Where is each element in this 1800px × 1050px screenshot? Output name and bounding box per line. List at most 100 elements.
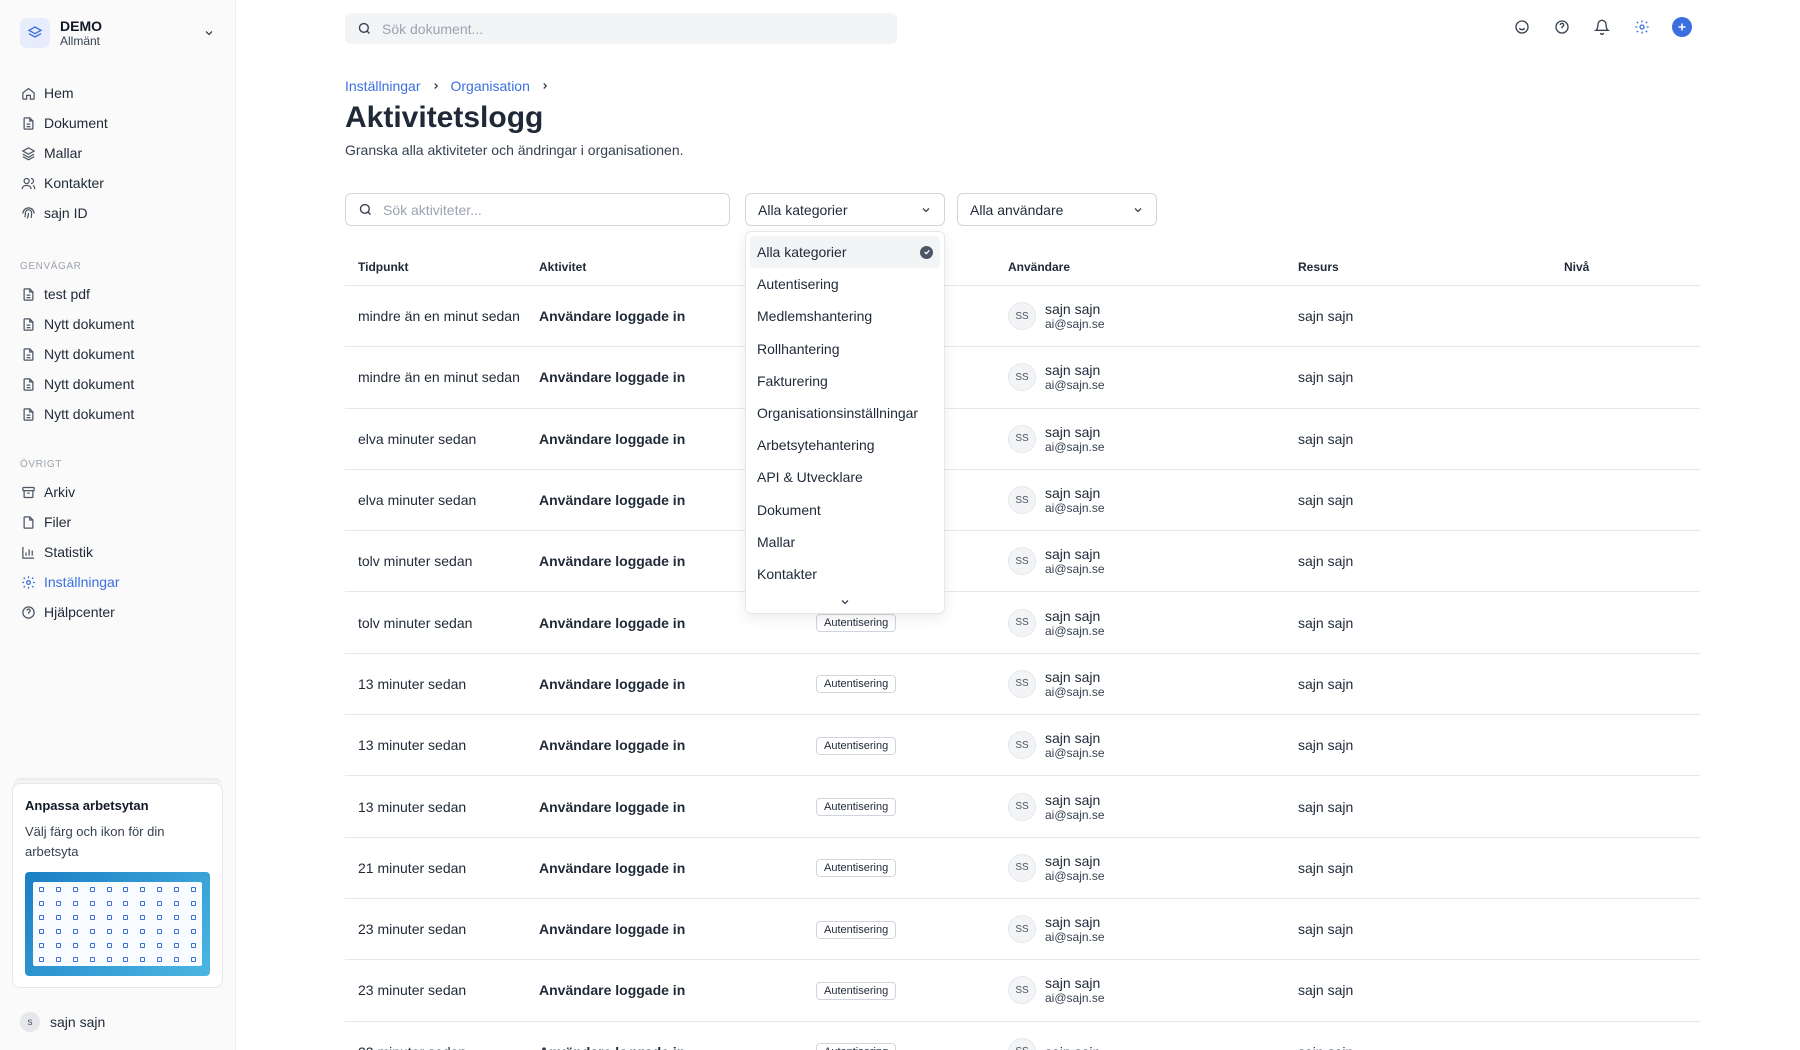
table-row[interactable]: 13 minuter sedan Användare loggade in Aute…	[345, 776, 1700, 838]
category-option[interactable]: Alla kategorier	[750, 236, 940, 269]
category-option[interactable]: Rollhantering	[750, 333, 940, 365]
category-option[interactable]: Medlemshantering	[750, 300, 940, 332]
shortcut-item[interactable]: Nytt dokument	[20, 339, 220, 369]
current-user[interactable]: s sajn sajn	[20, 1012, 105, 1032]
other-nav: Arkiv Filer Statistik Inställningar Hjäl…	[20, 477, 220, 627]
archive-icon	[20, 484, 36, 500]
bell-icon[interactable]	[1592, 17, 1612, 37]
table-row[interactable]: mindre än en minut sedan Användare loggad…	[345, 347, 1700, 409]
table-row[interactable]: mindre än en minut sedan Användare loggad…	[345, 286, 1700, 348]
category-option-label: Arbetsytehantering	[757, 437, 875, 454]
column-header-time[interactable]: Tidpunkt	[345, 260, 526, 274]
sidebar-item-mallar[interactable]: Mallar	[20, 138, 220, 168]
shortcut-item[interactable]: Nytt dokument	[20, 399, 220, 429]
row-user-name: sajn sajn	[1045, 668, 1101, 685]
table-row[interactable]: 23 minuter sedanAnvändare loggade inAute…	[345, 960, 1700, 1022]
table-row[interactable]: 21 minuter sedan Användare loggade in Aute…	[345, 838, 1700, 899]
sidebar-item-hjalpcenter[interactable]: Hjälpcenter	[20, 597, 220, 627]
avatar: s	[20, 1012, 40, 1032]
document-icon	[20, 316, 36, 332]
row-activity: Användare loggade in	[539, 921, 686, 938]
avatar: SS	[1008, 915, 1036, 944]
category-option[interactable]: API & Utvecklare	[750, 461, 940, 493]
category-option[interactable]: Autentisering	[750, 268, 940, 300]
row-time: 13 minuter sedan	[358, 798, 467, 815]
sidebar-item-arkiv[interactable]: Arkiv	[20, 477, 220, 507]
help-icon[interactable]	[1552, 17, 1572, 37]
document-search-input[interactable]	[382, 20, 862, 37]
sidebar-item-installningar[interactable]: Inställningar	[20, 567, 220, 597]
customize-workspace-card[interactable]: Anpassa arbetsytan Välj färg och ikon fö…	[12, 783, 223, 988]
category-badge: Autentisering	[816, 981, 897, 1000]
search-icon	[357, 21, 372, 36]
row-user-email: ai@sajn.se	[1045, 807, 1105, 822]
row-time: 23 minuter sedan	[358, 982, 467, 999]
shortcut-item[interactable]: Nytt dokument	[20, 369, 220, 399]
table-row[interactable]: elva minuter sedanAnvändare loggade inAu…	[345, 470, 1700, 532]
avatar: SS	[1008, 608, 1036, 637]
breadcrumb-link-organisation[interactable]: Organisation	[451, 78, 530, 94]
sidebar-item-filer[interactable]: Filer	[20, 507, 220, 537]
row-activity: Användare loggade in	[539, 614, 686, 631]
table-row[interactable]: 23 minuter sedanAnvändare loggade inAute…	[345, 899, 1700, 961]
category-option[interactable]: Dokument	[750, 494, 940, 526]
category-option[interactable]: Mallar	[750, 526, 940, 558]
activity-search-input[interactable]	[383, 201, 713, 218]
breadcrumb: Inställningar Organisation	[345, 78, 560, 94]
avatar: SS	[1008, 424, 1036, 453]
sidebar-item-kontakter[interactable]: Kontakter	[20, 168, 220, 198]
current-user-name: sajn sajn	[50, 1014, 106, 1030]
category-badge: Autentisering	[816, 859, 897, 878]
row-user-email: ai@sajn.se	[1045, 868, 1105, 883]
row-time: 23 minuter sedan	[345, 1044, 526, 1050]
table-row[interactable]: elva minuter sedanAnvändare loggade inAu…	[345, 409, 1700, 470]
category-option-label: Kontakter	[757, 565, 817, 582]
chevron-down-icon[interactable]	[750, 592, 940, 612]
column-header-resource[interactable]: Resurs	[1298, 260, 1564, 274]
row-resource: sajn sajn	[1298, 492, 1354, 509]
smiley-icon[interactable]	[1512, 17, 1532, 37]
sidebar-item-label: Filer	[44, 514, 72, 530]
shortcut-item[interactable]: test pdf	[20, 279, 220, 309]
sidebar-item-dokument[interactable]: Dokument	[20, 108, 220, 138]
row-user-email: ai@sajn.se	[1045, 623, 1105, 638]
row-activity: Användare loggade in	[539, 798, 686, 815]
shortcut-item[interactable]: Nytt dokument	[20, 309, 220, 339]
category-select[interactable]: Alla kategorier	[745, 193, 945, 226]
document-search[interactable]	[345, 13, 897, 44]
workspace-switcher[interactable]: DEMO Allmänt	[20, 14, 218, 52]
category-option-label: Organisationsinställningar	[757, 405, 919, 422]
row-resource: sajn sajn	[1298, 614, 1354, 631]
column-header-user[interactable]: Användare	[1008, 260, 1298, 274]
table-row[interactable]: tolv minuter sedanAnvändare loggade inAu…	[345, 531, 1700, 593]
gear-icon[interactable]	[1632, 17, 1652, 37]
sidebar-item-sajn-id[interactable]: sajn ID	[20, 198, 220, 228]
shortcut-label: test pdf	[44, 286, 90, 302]
sidebar-item-hem[interactable]: Hem	[20, 78, 220, 108]
shortcut-label: Nytt dokument	[44, 316, 135, 332]
category-option[interactable]: Organisationsinställningar	[750, 397, 940, 429]
row-time: mindre än en minut sedan	[358, 369, 520, 386]
table-row[interactable]: 13 minuter sedan Användare loggade in Aute…	[345, 715, 1700, 777]
category-option[interactable]: Fakturering	[750, 365, 940, 397]
table-row[interactable]: tolv minuter sedanAnvändare loggade inAu…	[345, 592, 1700, 654]
sidebar-item-label: Mallar	[44, 145, 83, 161]
user-select[interactable]: Alla användare	[957, 193, 1157, 226]
category-select-value: Alla kategorier	[758, 201, 848, 218]
category-option[interactable]: Kontakter	[750, 558, 940, 590]
help-icon	[20, 604, 36, 620]
column-header-level[interactable]: Nivå	[1564, 260, 1694, 274]
shortcut-label: Nytt dokument	[44, 346, 135, 362]
category-option[interactable]: Arbetsytehantering	[750, 429, 940, 461]
breadcrumb-link-settings[interactable]: Inställningar	[345, 78, 421, 94]
gear-icon	[20, 574, 36, 590]
document-icon	[20, 376, 36, 392]
row-user-name: sajn sajn	[1045, 301, 1101, 318]
table-row[interactable]: 23 minuter sedanAnvändare loggade inAute…	[345, 1022, 1700, 1050]
plus-icon[interactable]	[1672, 17, 1692, 37]
activity-search[interactable]	[345, 193, 730, 226]
workspace-name: DEMO	[60, 18, 102, 34]
sidebar-item-statistik[interactable]: Statistik	[20, 537, 220, 567]
table-row[interactable]: 13 minuter sedan Användare loggade in Aute…	[345, 654, 1700, 716]
row-resource: sajn sajn	[1298, 982, 1354, 999]
